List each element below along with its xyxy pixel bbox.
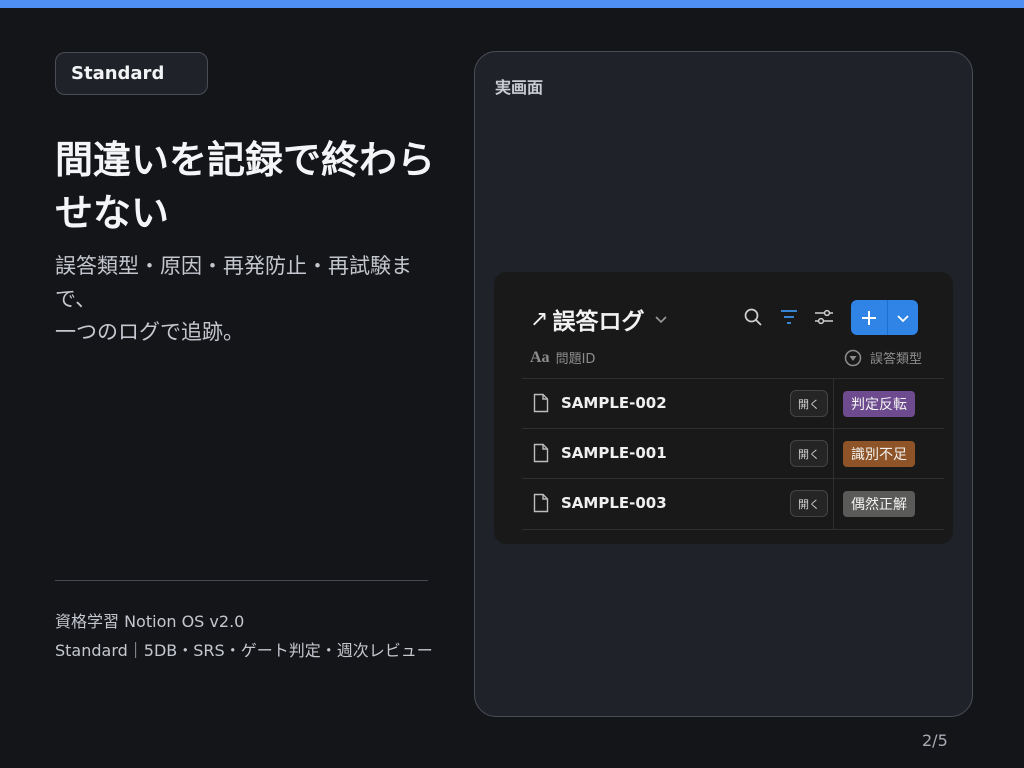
column-separator — [833, 379, 834, 429]
footer-product: 資格学習 Notion OS v2.0 — [55, 612, 245, 631]
lead-line: で、 — [55, 287, 97, 311]
link-arrow-icon: ↗ — [530, 306, 549, 332]
table-row[interactable]: SAMPLE-002 開く 判定反転 — [522, 378, 944, 429]
page-title: 間違いを記録で終わらせない — [55, 138, 436, 235]
search-icon[interactable] — [742, 306, 764, 328]
filter-icon[interactable] — [778, 306, 800, 328]
page-number: 2/5 — [922, 731, 948, 750]
column-header-id[interactable]: Aa 問題ID — [530, 348, 596, 368]
lead-text: 誤答類型・原因・再発防止・再試験ま で、 一つのログで追跡。 — [55, 250, 445, 349]
new-entry-button[interactable] — [851, 300, 918, 335]
database-view: ↗ 誤答ログ Aa 問題ID 誤答類型 SAMPLE-002 開く 判定反転 S… — [494, 272, 953, 544]
open-button[interactable]: 開く — [790, 490, 828, 517]
chevron-down-icon[interactable] — [888, 300, 918, 335]
page-icon — [533, 393, 549, 417]
page-icon — [533, 443, 549, 467]
column-header-type-label: 誤答類型 — [870, 352, 923, 367]
settings-sliders-icon[interactable] — [813, 306, 835, 328]
row-id[interactable]: SAMPLE-002 — [561, 394, 667, 412]
column-separator — [833, 479, 834, 529]
lead-line: 誤答類型・原因・再発防止・再試験ま — [55, 254, 412, 278]
text-property-icon: Aa — [530, 348, 550, 366]
footer-divider — [55, 580, 428, 581]
lead-line: 一つのログで追跡。 — [55, 320, 244, 344]
table-row[interactable]: SAMPLE-001 開く 識別不足 — [522, 428, 944, 479]
column-header-type[interactable]: 誤答類型 — [844, 348, 922, 367]
error-type-tag[interactable]: 識別不足 — [843, 441, 915, 467]
edition-badge: Standard — [55, 52, 208, 95]
database-title-text: 誤答ログ — [552, 309, 645, 335]
top-accent-bar — [0, 0, 1024, 8]
open-button[interactable]: 開く — [790, 440, 828, 467]
table-row[interactable]: SAMPLE-003 開く 偶然正解 — [522, 478, 944, 530]
error-type-tag[interactable]: 判定反転 — [843, 391, 915, 417]
column-header-id-label: 問題ID — [555, 352, 596, 367]
select-property-icon — [844, 349, 862, 367]
database-title[interactable]: ↗ 誤答ログ — [530, 302, 668, 336]
screen-label: 実画面 — [495, 78, 544, 97]
error-type-tag[interactable]: 偶然正解 — [843, 491, 915, 517]
row-id[interactable]: SAMPLE-003 — [561, 494, 667, 512]
page-icon — [533, 493, 549, 517]
footer-details: Standard｜5DB・SRS・ゲート判定・週次レビュー — [55, 641, 433, 660]
chevron-down-icon[interactable] — [654, 312, 668, 326]
column-separator — [833, 429, 834, 479]
screen-preview-panel: 実画面 ↗ 誤答ログ Aa 問題ID 誤答類型 SAMPLE-002 開く 判定… — [474, 51, 973, 717]
plus-icon[interactable] — [851, 300, 888, 335]
open-button[interactable]: 開く — [790, 390, 828, 417]
row-id[interactable]: SAMPLE-001 — [561, 444, 667, 462]
